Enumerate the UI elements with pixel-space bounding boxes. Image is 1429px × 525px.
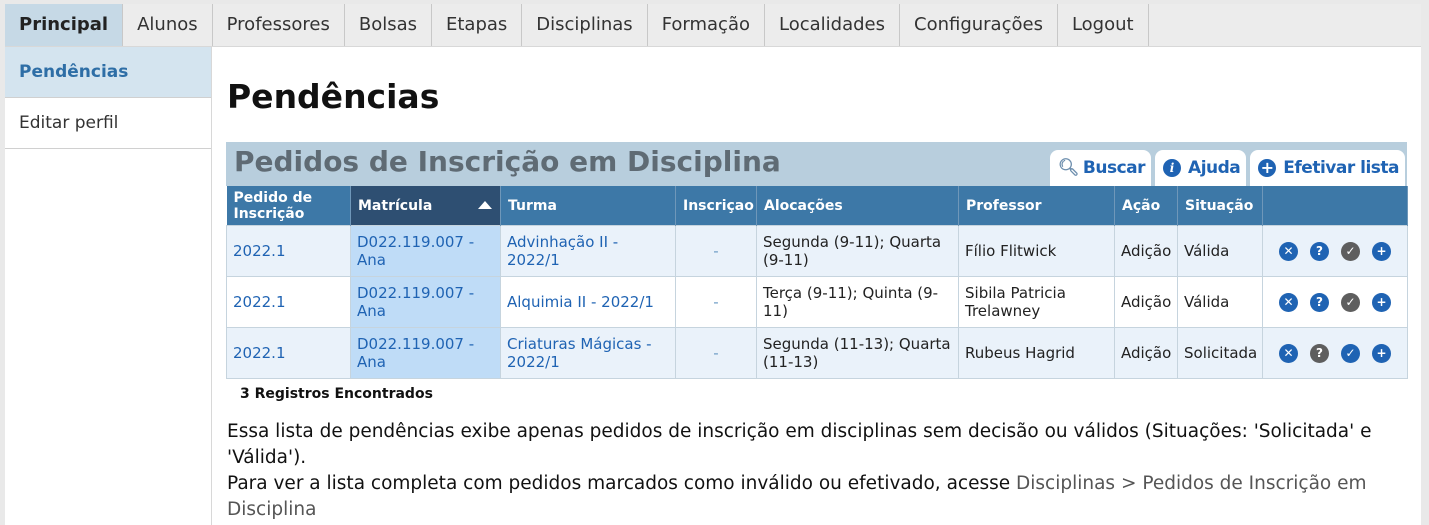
col-header-professor[interactable]: Professor <box>958 186 1115 226</box>
col-header-actions <box>1262 186 1408 226</box>
nav-tab-configuracoes[interactable]: Configurações <box>900 4 1058 46</box>
col-header-acao[interactable]: Ação <box>1114 186 1178 226</box>
cell-situacao: Válida <box>1177 276 1263 328</box>
table-header-row: Pedido de Inscrição Matrícula Turma Insc… <box>226 186 1408 226</box>
top-nav: Principal Alunos Professores Bolsas Etap… <box>5 4 1421 47</box>
note-line-1: Essa lista de pendências exibe apenas pe… <box>227 421 1372 468</box>
table-row: 2022.1 D022.119.007 - Ana Criaturas Mági… <box>226 327 1408 379</box>
nav-tab-localidades[interactable]: Localidades <box>765 4 900 46</box>
cell-acao: Adição <box>1114 225 1178 277</box>
add-icon[interactable]: + <box>1372 241 1391 261</box>
cell-professor: Fílio Flitwick <box>958 225 1115 277</box>
check-icon[interactable]: ✓ <box>1341 241 1360 261</box>
cell-turma[interactable]: Advinhação II - 2022/1 <box>500 225 676 277</box>
cell-turma[interactable]: Criaturas Mágicas - 2022/1 <box>500 327 676 379</box>
records-count: 3 Registros Encontrados <box>240 386 433 402</box>
info-note: Essa lista de pendências exibe apenas pe… <box>227 419 1412 523</box>
cell-professor: Rubeus Hagrid <box>958 327 1115 379</box>
cell-situacao: Solicitada <box>1177 327 1263 379</box>
table-row: 2022.1 D022.119.007 - Ana Alquimia II - … <box>226 276 1408 328</box>
sidebar-item-editar-perfil[interactable]: Editar perfil <box>5 98 211 149</box>
panel-title: Pedidos de Inscrição em Disciplina <box>234 145 781 178</box>
cell-inscricao: - <box>675 327 757 379</box>
nav-tab-formacao[interactable]: Formação <box>648 4 765 46</box>
main-content: Pendências Pedidos de Inscrição em Disci… <box>212 47 1421 525</box>
question-icon[interactable]: ? <box>1310 343 1329 363</box>
requests-table: Pedido de Inscrição Matrícula Turma Insc… <box>226 186 1408 379</box>
efetivar-label: Efetivar lista <box>1283 158 1399 178</box>
add-icon[interactable]: + <box>1372 343 1391 363</box>
cell-actions: ✕ ? ✓ + <box>1262 327 1408 379</box>
sort-asc-icon <box>478 201 492 209</box>
note-line-2: Para ver a lista completa com pedidos ma… <box>227 471 1412 523</box>
nav-tab-alunos[interactable]: Alunos <box>123 4 213 46</box>
app-frame: Principal Alunos Professores Bolsas Etap… <box>5 4 1421 525</box>
nav-tab-logout[interactable]: Logout <box>1058 4 1149 46</box>
efetivar-lista-button[interactable]: + Efetivar lista <box>1250 150 1405 186</box>
reject-icon[interactable]: ✕ <box>1279 241 1298 261</box>
requests-panel: Pedidos de Inscrição em Disciplina 🔍︎ Bu… <box>226 142 1408 379</box>
ajuda-label: Ajuda <box>1188 158 1241 178</box>
cell-matricula[interactable]: D022.119.007 - Ana <box>350 327 501 379</box>
cell-pedido[interactable]: 2022.1 <box>226 327 351 379</box>
cell-alocacoes: Segunda (9-11); Quarta (9-11) <box>756 225 959 277</box>
check-icon[interactable]: ✓ <box>1341 343 1360 363</box>
cell-turma[interactable]: Alquimia II - 2022/1 <box>500 276 676 328</box>
col-header-alocacoes[interactable]: Alocações <box>756 186 959 226</box>
cell-matricula[interactable]: D022.119.007 - Ana <box>350 225 501 277</box>
col-header-turma[interactable]: Turma <box>500 186 676 226</box>
col-header-matricula[interactable]: Matrícula <box>350 186 501 226</box>
reject-icon[interactable]: ✕ <box>1279 292 1298 312</box>
cell-alocacoes: Segunda (11-13); Quarta (11-13) <box>756 327 959 379</box>
cell-inscricao: - <box>675 225 757 277</box>
question-icon[interactable]: ? <box>1310 292 1329 312</box>
cell-acao: Adição <box>1114 327 1178 379</box>
nav-tab-professores[interactable]: Professores <box>213 4 345 46</box>
cell-acao: Adição <box>1114 276 1178 328</box>
col-header-inscricao[interactable]: Inscriçao <box>675 186 757 226</box>
panel-header: Pedidos de Inscrição em Disciplina 🔍︎ Bu… <box>226 142 1407 186</box>
col-header-pedido[interactable]: Pedido de Inscrição <box>226 186 351 226</box>
check-icon[interactable]: ✓ <box>1341 292 1360 312</box>
sidebar-item-pendencias[interactable]: Pendências <box>5 47 211 98</box>
nav-tab-etapas[interactable]: Etapas <box>432 4 523 46</box>
cell-matricula[interactable]: D022.119.007 - Ana <box>350 276 501 328</box>
cell-actions: ✕ ? ✓ + <box>1262 276 1408 328</box>
cell-pedido[interactable]: 2022.1 <box>226 276 351 328</box>
col-header-matricula-label: Matrícula <box>358 197 433 214</box>
ajuda-button[interactable]: i Ajuda <box>1155 150 1247 186</box>
note-line-2-text: Para ver a lista completa com pedidos ma… <box>227 473 1016 494</box>
cell-alocacoes: Terça (9-11); Quinta (9-11) <box>756 276 959 328</box>
question-icon[interactable]: ? <box>1310 241 1329 261</box>
table-row: 2022.1 D022.119.007 - Ana Advinhação II … <box>226 225 1408 277</box>
buscar-label: Buscar <box>1082 158 1146 178</box>
cell-inscricao: - <box>675 276 757 328</box>
reject-icon[interactable]: ✕ <box>1279 343 1298 363</box>
info-icon: i <box>1163 159 1182 177</box>
nav-tab-bolsas[interactable]: Bolsas <box>345 4 432 46</box>
cell-professor: Sibila Patricia Trelawney <box>958 276 1115 328</box>
sidebar: Pendências Editar perfil <box>5 47 212 525</box>
page-title: Pendências <box>227 77 440 116</box>
buscar-button[interactable]: 🔍︎ Buscar <box>1049 150 1152 186</box>
nav-tab-disciplinas[interactable]: Disciplinas <box>522 4 648 46</box>
search-icon: 🔍︎ <box>1057 158 1080 178</box>
cell-actions: ✕ ? ✓ + <box>1262 225 1408 277</box>
nav-tab-principal[interactable]: Principal <box>5 4 124 46</box>
cell-pedido[interactable]: 2022.1 <box>226 225 351 277</box>
cell-situacao: Válida <box>1177 225 1263 277</box>
add-icon[interactable]: + <box>1372 292 1391 312</box>
col-header-situacao[interactable]: Situação <box>1177 186 1263 226</box>
panel-tabs: 🔍︎ Buscar i Ajuda + Efetivar lista <box>1049 150 1405 186</box>
plus-icon: + <box>1258 159 1277 177</box>
